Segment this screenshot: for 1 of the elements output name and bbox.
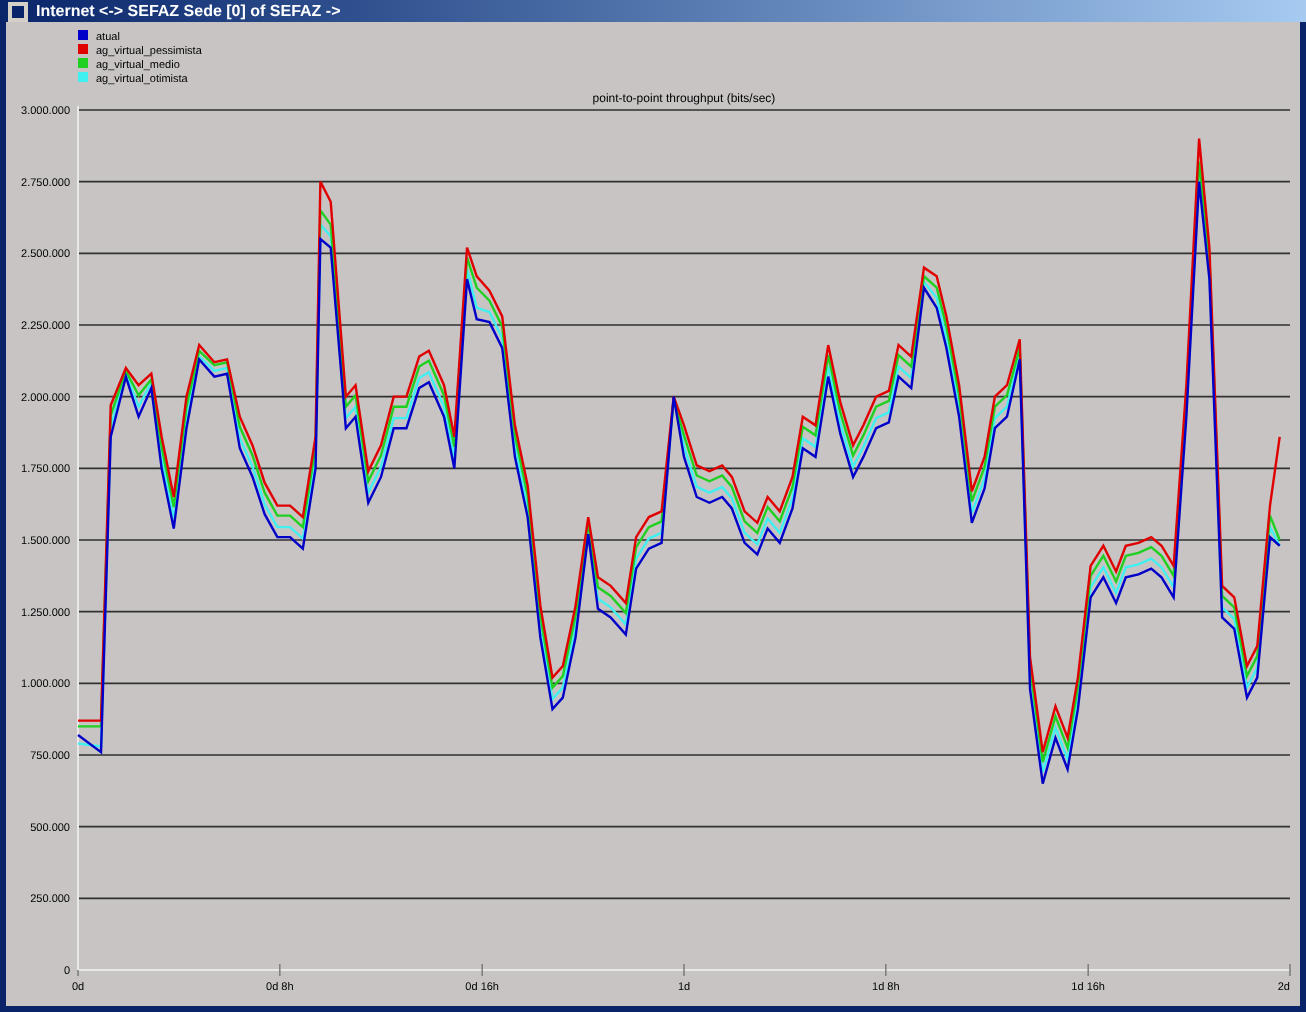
window-title: Internet <-> SEFAZ Sede [0] of SEFAZ -> [36,3,341,19]
